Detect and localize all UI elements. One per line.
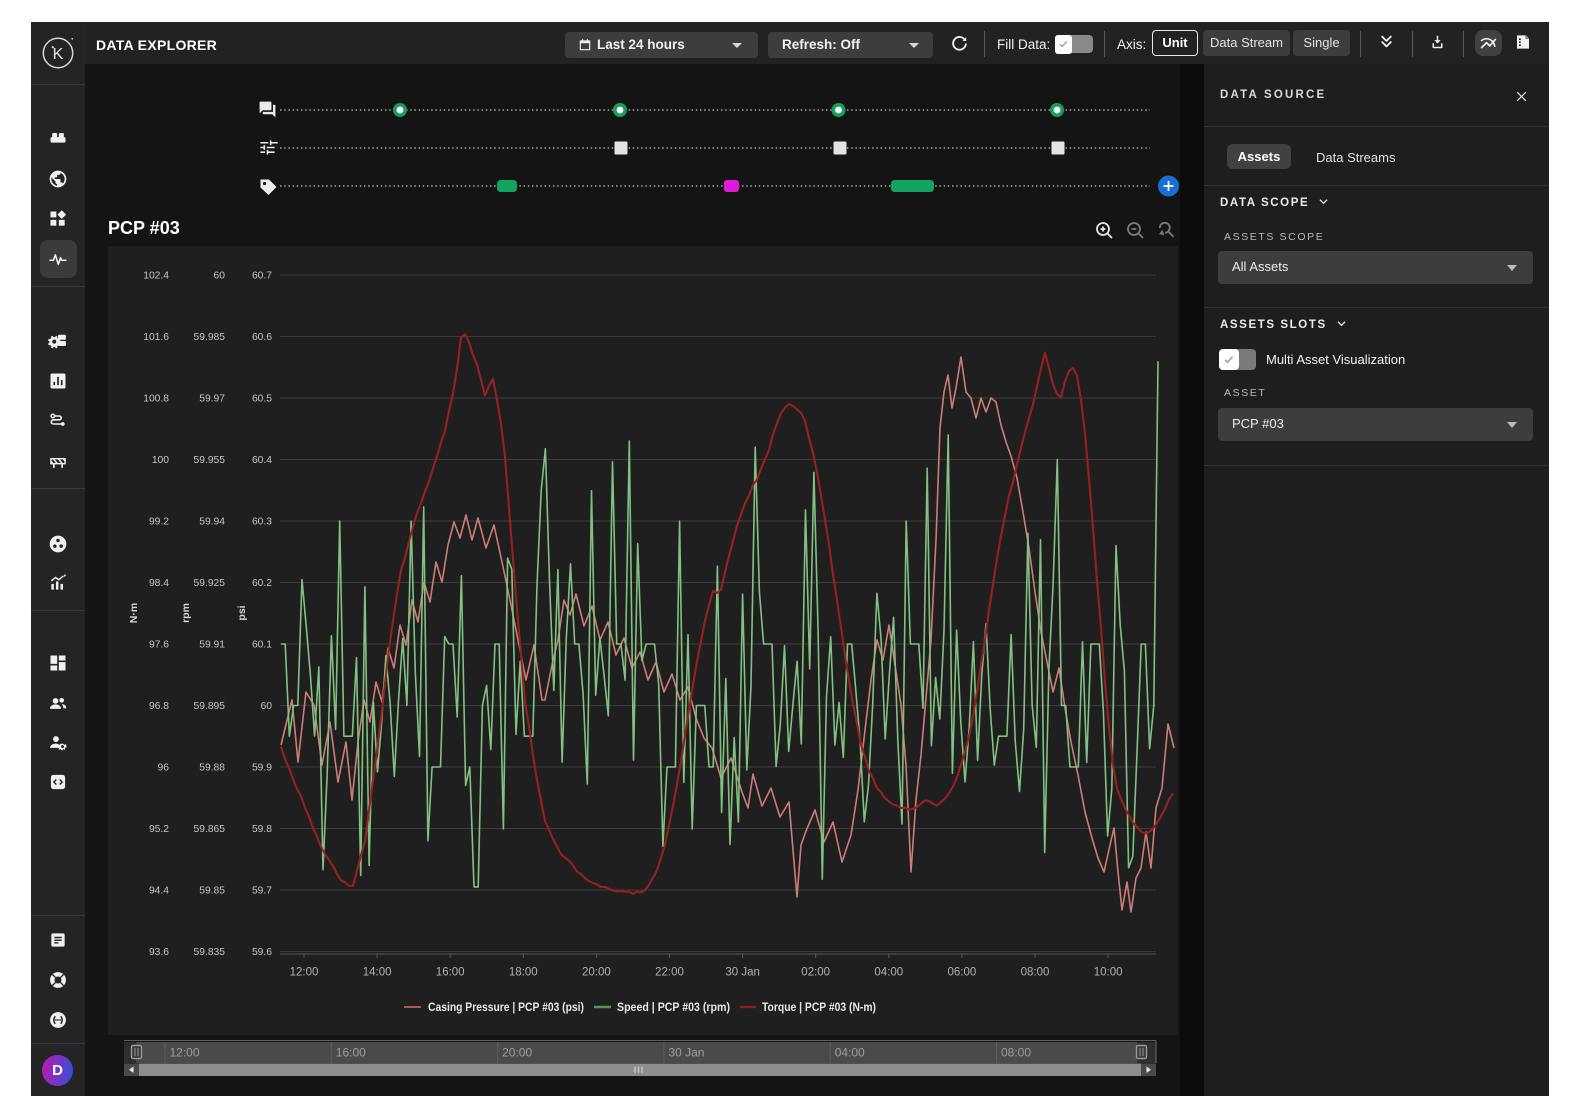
svg-text:08:00: 08:00 xyxy=(1021,967,1050,979)
svg-text:18:00: 18:00 xyxy=(509,967,538,979)
svg-text:59.8: 59.8 xyxy=(252,824,272,835)
svg-text:16:00: 16:00 xyxy=(436,967,465,979)
svg-text:102.4: 102.4 xyxy=(143,271,169,282)
svg-text:60: 60 xyxy=(261,701,273,712)
svg-text:60.7: 60.7 xyxy=(252,271,272,282)
svg-text:04:00: 04:00 xyxy=(874,967,903,979)
svg-text:60.2: 60.2 xyxy=(252,578,272,589)
svg-text:rpm: rpm xyxy=(180,603,192,623)
svg-text:59.835: 59.835 xyxy=(194,947,226,958)
svg-text:99.2: 99.2 xyxy=(149,517,169,528)
svg-text:20:00: 20:00 xyxy=(582,967,611,979)
svg-text:N·m: N·m xyxy=(128,603,140,623)
svg-text:16:00: 16:00 xyxy=(336,1046,366,1060)
svg-text:100: 100 xyxy=(152,455,169,466)
svg-text:60.1: 60.1 xyxy=(252,640,272,651)
svg-text:100.8: 100.8 xyxy=(143,394,169,405)
svg-text:10:00: 10:00 xyxy=(1094,967,1123,979)
svg-text:30 Jan: 30 Jan xyxy=(668,1046,704,1060)
svg-text:Torque | PCP #03 (N-m): Torque | PCP #03 (N-m) xyxy=(762,1000,876,1014)
svg-text:22:00: 22:00 xyxy=(655,967,684,979)
svg-text:02:00: 02:00 xyxy=(801,967,830,979)
svg-text:59.925: 59.925 xyxy=(194,578,226,589)
svg-text:98.4: 98.4 xyxy=(149,578,169,589)
svg-text:59.955: 59.955 xyxy=(194,455,226,466)
svg-text:59.865: 59.865 xyxy=(194,824,226,835)
svg-text:psi: psi xyxy=(236,605,248,620)
svg-text:60.6: 60.6 xyxy=(252,332,272,343)
svg-text:101.6: 101.6 xyxy=(143,332,169,343)
svg-text:94.4: 94.4 xyxy=(149,886,169,897)
svg-text:04:00: 04:00 xyxy=(835,1046,865,1060)
svg-text:59.88: 59.88 xyxy=(199,763,225,774)
svg-text:59.97: 59.97 xyxy=(199,394,225,405)
svg-text:12:00: 12:00 xyxy=(170,1046,200,1060)
svg-text:59.94: 59.94 xyxy=(199,517,225,528)
svg-text:60.3: 60.3 xyxy=(252,517,272,528)
svg-text:59.85: 59.85 xyxy=(199,886,225,897)
svg-text:12:00: 12:00 xyxy=(290,967,319,979)
svg-text:14:00: 14:00 xyxy=(363,967,392,979)
svg-text:59.6: 59.6 xyxy=(252,947,272,958)
svg-text:59.895: 59.895 xyxy=(194,701,226,712)
svg-text:60.5: 60.5 xyxy=(252,394,272,405)
svg-text:30 Jan: 30 Jan xyxy=(725,967,760,979)
svg-text:Casing Pressure | PCP #03 (psi: Casing Pressure | PCP #03 (psi) xyxy=(428,1000,584,1014)
svg-text:93.6: 93.6 xyxy=(149,947,169,958)
svg-text:97.6: 97.6 xyxy=(149,640,169,651)
svg-text:96: 96 xyxy=(158,763,170,774)
svg-text:59.9: 59.9 xyxy=(252,763,272,774)
svg-text:08:00: 08:00 xyxy=(1001,1046,1031,1060)
svg-text:59.7: 59.7 xyxy=(252,886,272,897)
svg-text:59.91: 59.91 xyxy=(199,640,225,651)
svg-text:60.4: 60.4 xyxy=(252,455,272,466)
svg-text:06:00: 06:00 xyxy=(948,967,977,979)
svg-text:95.2: 95.2 xyxy=(149,824,169,835)
svg-text:20:00: 20:00 xyxy=(502,1046,532,1060)
svg-text:96.8: 96.8 xyxy=(149,701,169,712)
svg-text:59.985: 59.985 xyxy=(194,332,226,343)
svg-text:K: K xyxy=(53,46,64,63)
svg-text:60: 60 xyxy=(214,271,226,282)
svg-text:Speed | PCP #03 (rpm): Speed | PCP #03 (rpm) xyxy=(617,1000,730,1014)
